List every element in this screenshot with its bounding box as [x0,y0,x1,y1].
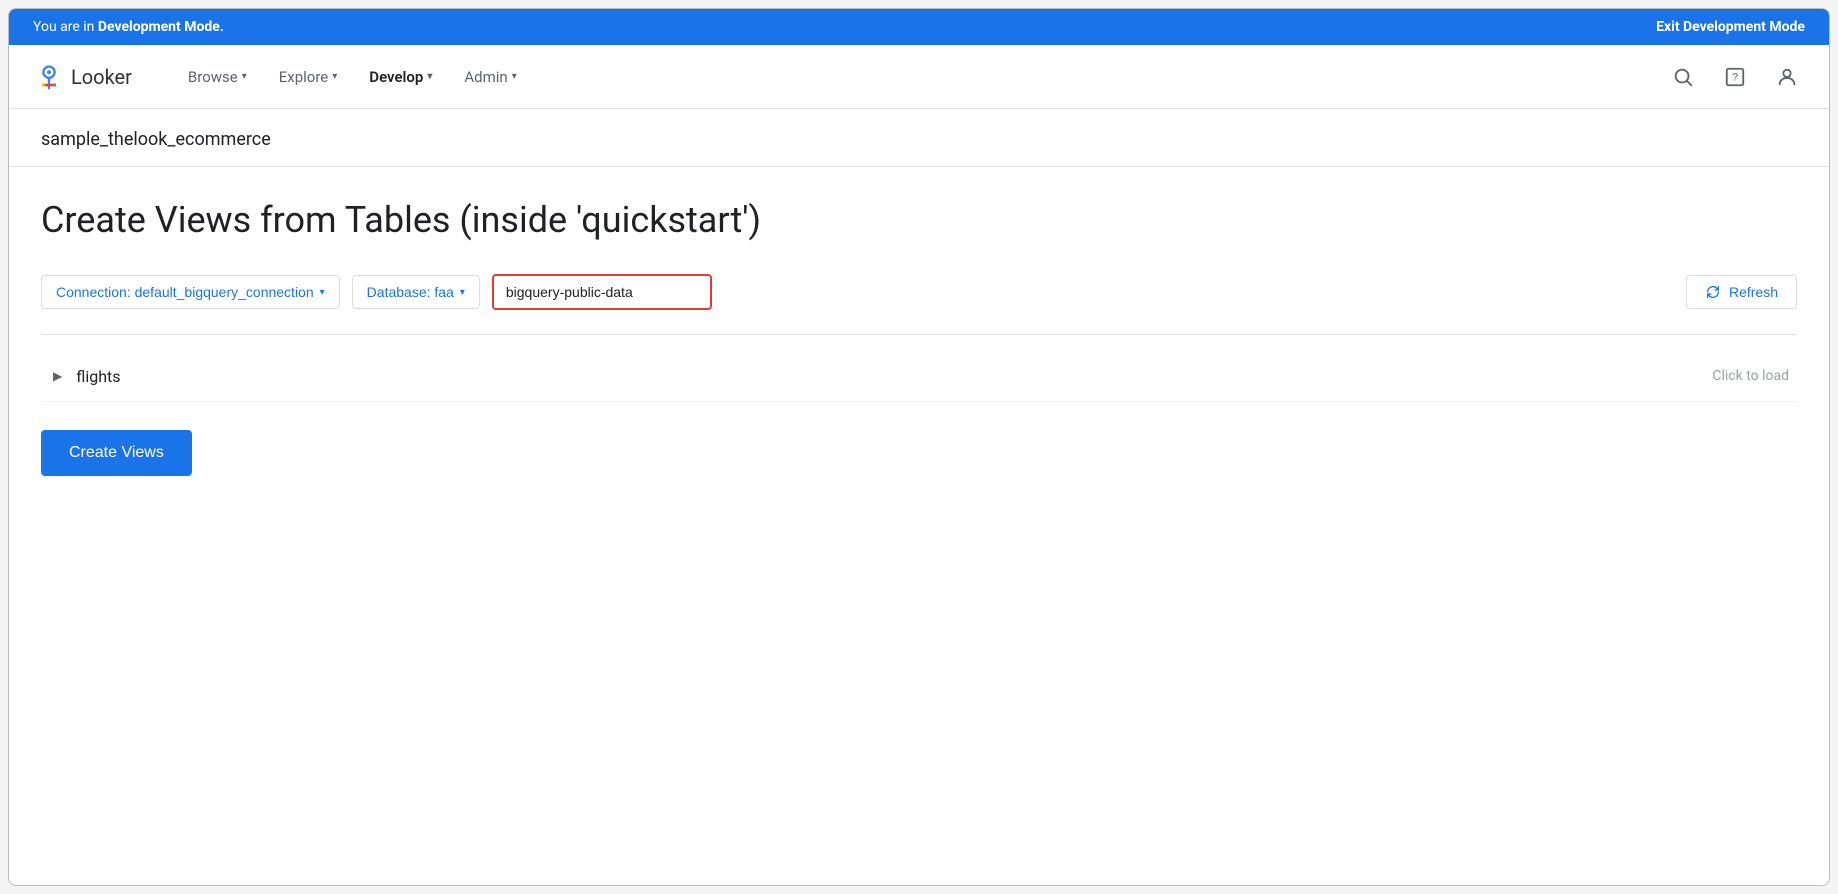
main-content: Create Views from Tables (inside 'quicks… [9,167,1829,516]
controls-row: Connection: default_bigquery_connection … [41,274,1797,310]
project-header: sample_thelook_ecommerce [9,109,1829,167]
nav-links: Browse ▾ Explore ▾ Develop ▾ Admin ▾ [172,60,1665,94]
logo[interactable]: Looker [33,61,132,93]
database-dropdown[interactable]: Database: faa ▾ [352,275,480,309]
page-title: Create Views from Tables (inside 'quicks… [41,199,1797,242]
user-button[interactable] [1769,59,1805,95]
connection-dropdown[interactable]: Connection: default_bigquery_connection … [41,275,340,309]
project-name: sample_thelook_ecommerce [41,129,271,150]
admin-chevron-icon: ▾ [512,71,517,82]
expand-arrow-icon[interactable]: ▶ [49,365,66,387]
dev-mode-text: You are in Development Mode. [33,19,224,35]
logo-text: Looker [71,65,132,89]
looker-logo-icon [33,61,65,93]
search-button[interactable] [1665,59,1701,95]
schema-input-wrapper [492,274,712,310]
help-button[interactable]: ? [1717,59,1753,95]
click-to-load-text[interactable]: Click to load [1712,368,1789,384]
user-icon [1776,66,1798,88]
refresh-button[interactable]: Refresh [1686,275,1797,309]
create-views-button[interactable]: Create Views [41,430,192,476]
tables-list: ▶ flights Click to load [41,351,1797,402]
top-navigation: Looker Browse ▾ Explore ▾ Develop ▾ Admi… [9,45,1829,109]
database-chevron-icon: ▾ [460,287,465,298]
nav-explore[interactable]: Explore ▾ [263,60,354,94]
develop-chevron-icon: ▾ [427,71,432,82]
database-label: Database: faa [367,284,454,300]
search-icon [1672,66,1694,88]
divider [41,334,1797,335]
svg-text:?: ? [1732,71,1738,83]
refresh-icon [1705,284,1721,300]
nav-browse[interactable]: Browse ▾ [172,60,263,94]
table-item-left: ▶ flights [49,365,121,387]
table-name: flights [76,367,120,386]
nav-right-icons: ? [1665,59,1805,95]
dev-mode-banner: You are in Development Mode. Exit Develo… [9,9,1829,45]
browse-chevron-icon: ▾ [242,71,247,82]
exit-dev-mode-link[interactable]: Exit Development Mode [1656,19,1805,35]
schema-search-input[interactable] [506,284,698,300]
connection-chevron-icon: ▾ [320,287,325,298]
nav-develop[interactable]: Develop ▾ [353,60,448,94]
nav-admin[interactable]: Admin ▾ [448,60,532,94]
table-row: ▶ flights Click to load [41,351,1797,402]
help-icon: ? [1724,66,1746,88]
refresh-label: Refresh [1729,284,1778,300]
connection-label: Connection: default_bigquery_connection [56,284,314,300]
explore-chevron-icon: ▾ [332,71,337,82]
